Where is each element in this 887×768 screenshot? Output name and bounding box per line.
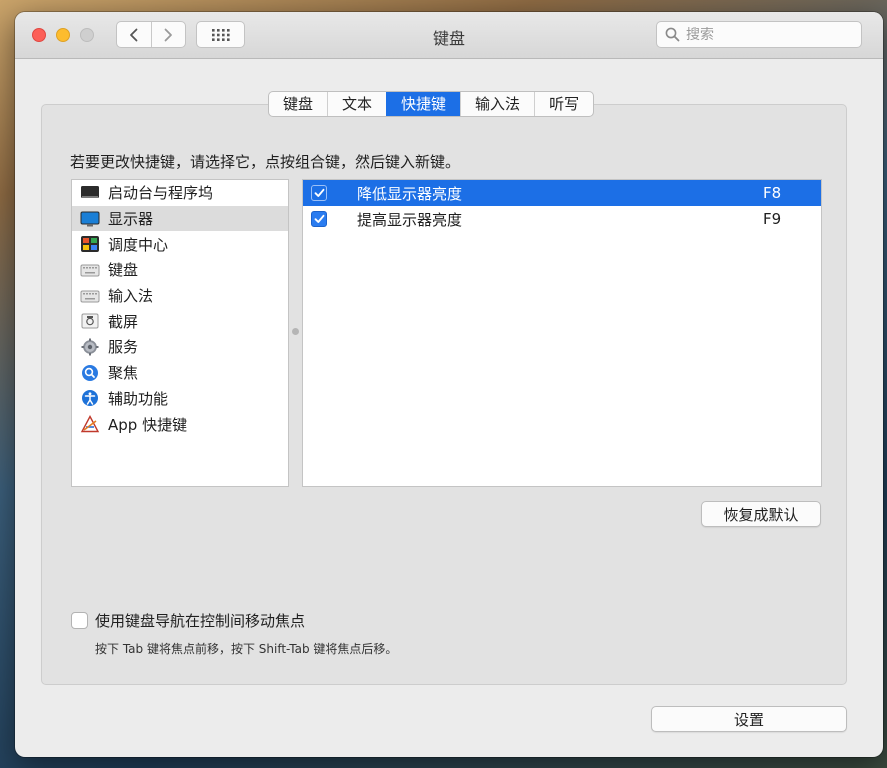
shortcut-row-decrease-brightness[interactable]: 降低显示器亮度 F8 (303, 180, 821, 206)
keyboard-navigation-hint: 按下 Tab 键将焦点前移，按下 Shift-Tab 键将焦点后移。 (95, 642, 398, 656)
shortcut-checkbox[interactable] (311, 211, 327, 227)
category-item-keyboard[interactable]: 键盘 (72, 257, 288, 283)
category-label: 聚焦 (108, 364, 139, 383)
category-list[interactable]: 启动台与程序坞 显示器 调度中心 键盘 输入法 截屏 服务 聚焦 辅助功能 Ap… (71, 179, 289, 487)
checkmark-icon (314, 214, 324, 223)
tab-input-sources[interactable]: 输入法 (460, 92, 534, 116)
category-item-spotlight[interactable]: 聚焦 (72, 360, 288, 386)
keyboard-navigation-checkbox[interactable] (71, 612, 88, 629)
app-shortcuts-icon (80, 415, 100, 433)
keyboard-icon (80, 261, 100, 279)
mission-control-icon (80, 235, 100, 253)
search-icon (665, 27, 680, 42)
shortcut-row-increase-brightness[interactable]: 提高显示器亮度 F9 (303, 206, 821, 232)
category-label: 键盘 (108, 261, 139, 280)
tab-shortcuts[interactable]: 快捷键 (386, 92, 461, 116)
shortcut-key[interactable]: F9 (763, 210, 781, 228)
category-item-mission-control[interactable]: 调度中心 (72, 231, 288, 257)
shortcut-checkbox[interactable] (311, 185, 327, 201)
keyboard-navigation-label: 使用键盘导航在控制间移动焦点 (95, 612, 306, 630)
setup-button[interactable]: 设置 (651, 706, 847, 732)
tab-text[interactable]: 文本 (327, 92, 386, 116)
shortcut-key[interactable]: F8 (763, 184, 781, 202)
search-input[interactable] (686, 26, 856, 43)
launchpad-icon (80, 184, 100, 202)
instruction-text: 若要更改快捷键，请选择它，点按组合键，然后键入新键。 (70, 153, 461, 171)
input-source-icon (80, 287, 100, 305)
category-label: 截屏 (108, 312, 139, 331)
titlebar: 键盘 (15, 12, 883, 59)
shortcut-name: 提高显示器亮度 (357, 210, 463, 229)
split-view-divider[interactable] (292, 328, 299, 335)
gear-icon (80, 338, 100, 356)
spotlight-icon (80, 364, 100, 382)
screenshot-icon (80, 312, 100, 330)
category-item-display[interactable]: 显示器 (72, 205, 288, 232)
category-item-launchpad[interactable]: 启动台与程序坞 (72, 180, 288, 206)
shortcut-name: 降低显示器亮度 (357, 184, 463, 203)
checkmark-icon (314, 188, 324, 197)
restore-defaults-button[interactable]: 恢复成默认 (701, 501, 821, 527)
system-preferences-window: 键盘 键盘 文本 快捷键 输入法 听写 若要更改快捷键，请选择它，点按组合键，然… (15, 12, 883, 757)
category-item-services[interactable]: 服务 (72, 334, 288, 360)
accessibility-icon (80, 389, 100, 407)
category-item-app-shortcuts[interactable]: App 快捷键 (72, 411, 288, 437)
category-label: 辅助功能 (108, 389, 169, 408)
category-label: 显示器 (108, 210, 154, 229)
category-label: App 快捷键 (108, 415, 188, 434)
shortcut-list[interactable]: 降低显示器亮度 F8 提高显示器亮度 F9 (302, 179, 822, 487)
category-item-input-sources[interactable]: 输入法 (72, 283, 288, 309)
tab-dictation[interactable]: 听写 (534, 92, 593, 116)
category-item-accessibility[interactable]: 辅助功能 (72, 386, 288, 412)
display-icon (80, 210, 100, 228)
category-label: 服务 (108, 338, 139, 357)
category-label: 调度中心 (108, 235, 169, 254)
category-label: 输入法 (108, 287, 154, 306)
tab-keyboard[interactable]: 键盘 (269, 92, 327, 116)
category-item-screenshots[interactable]: 截屏 (72, 308, 288, 334)
category-label: 启动台与程序坞 (108, 184, 214, 203)
tab-bar: 键盘 文本 快捷键 输入法 听写 (268, 91, 595, 117)
search-field[interactable] (656, 21, 862, 48)
